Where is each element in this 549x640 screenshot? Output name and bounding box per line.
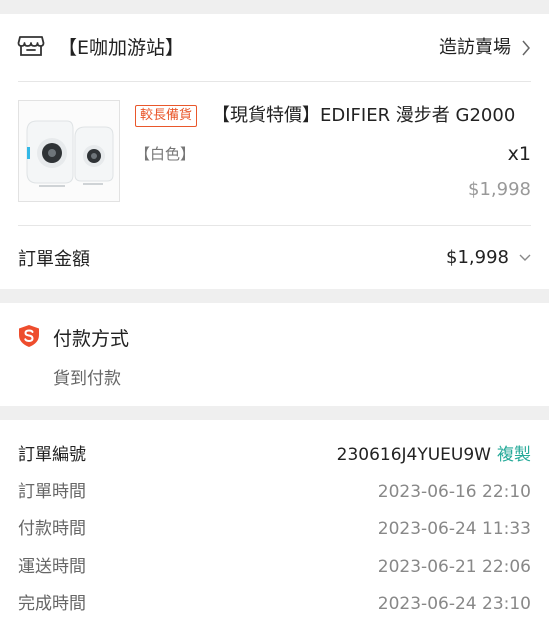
shipping-time-label: 運送時間 xyxy=(18,557,86,577)
divider xyxy=(18,225,531,226)
completion-time-row: 完成時間 2023-06-24 23:10 xyxy=(18,591,531,617)
visit-shop-link[interactable]: 造訪賣場 xyxy=(439,36,531,60)
shop-icon xyxy=(17,34,45,58)
order-total-label: 訂單金額 xyxy=(18,249,90,270)
payment-time-row: 付款時間 2023-06-24 11:33 xyxy=(18,516,531,542)
product-title[interactable]: 【現貨特價】EDIFIER 漫步者 G2000 xyxy=(212,104,532,128)
copy-button[interactable]: 複製 xyxy=(497,445,531,465)
chevron-right-icon xyxy=(522,40,530,56)
order-total-toggle[interactable]: $1,998 xyxy=(446,246,531,270)
product-quantity: x1 xyxy=(507,143,531,165)
shipping-time-value: 2023-06-21 22:06 xyxy=(377,557,531,577)
order-info-card: 訂單編號 230616J4YUEU9W 複製 訂單時間 2023-06-16 22… xyxy=(0,420,549,640)
chevron-down-icon xyxy=(519,254,531,261)
payment-time-value: 2023-06-24 11:33 xyxy=(377,519,531,539)
divider xyxy=(18,81,531,82)
completion-time-value: 2023-06-24 23:10 xyxy=(377,594,531,614)
order-number-row: 訂單編號 230616J4YUEU9W 複製 xyxy=(18,442,531,468)
order-total-value: $1,998 xyxy=(446,247,509,268)
shop-header[interactable]: 【E咖加游站】 造訪賣場 xyxy=(0,14,549,82)
order-number-label: 訂單編號 xyxy=(18,445,86,465)
order-time-row: 訂單時間 2023-06-16 22:10 xyxy=(18,479,531,505)
payment-method: 貨到付款 xyxy=(53,369,121,389)
completion-time-label: 完成時間 xyxy=(18,594,86,614)
long-prep-badge: 較長備貨 xyxy=(135,105,198,127)
payment-card: 付款方式 貨到付款 xyxy=(0,303,549,406)
order-time-label: 訂單時間 xyxy=(18,482,86,502)
product-variant: 【白色】 xyxy=(135,145,196,163)
payment-title: 付款方式 xyxy=(53,328,130,350)
order-number-value-group: 230616J4YUEU9W 複製 xyxy=(337,442,531,468)
product-price: $1,998 xyxy=(468,179,531,200)
order-time-value: 2023-06-16 22:10 xyxy=(377,482,531,502)
product-image[interactable] xyxy=(18,100,120,202)
visit-shop-label: 造訪賣場 xyxy=(439,37,511,58)
payment-time-label: 付款時間 xyxy=(18,519,86,539)
shop-order-card: 【E咖加游站】 造訪賣場 較長備貨 【現貨特價】EDIFIER 漫步者 G200… xyxy=(0,14,549,289)
shipping-time-row: 運送時間 2023-06-21 22:06 xyxy=(18,554,531,580)
shield-s-icon xyxy=(18,324,40,348)
order-number: 230616J4YUEU9W xyxy=(336,445,491,465)
shop-name[interactable]: 【E咖加游站】 xyxy=(58,36,184,60)
